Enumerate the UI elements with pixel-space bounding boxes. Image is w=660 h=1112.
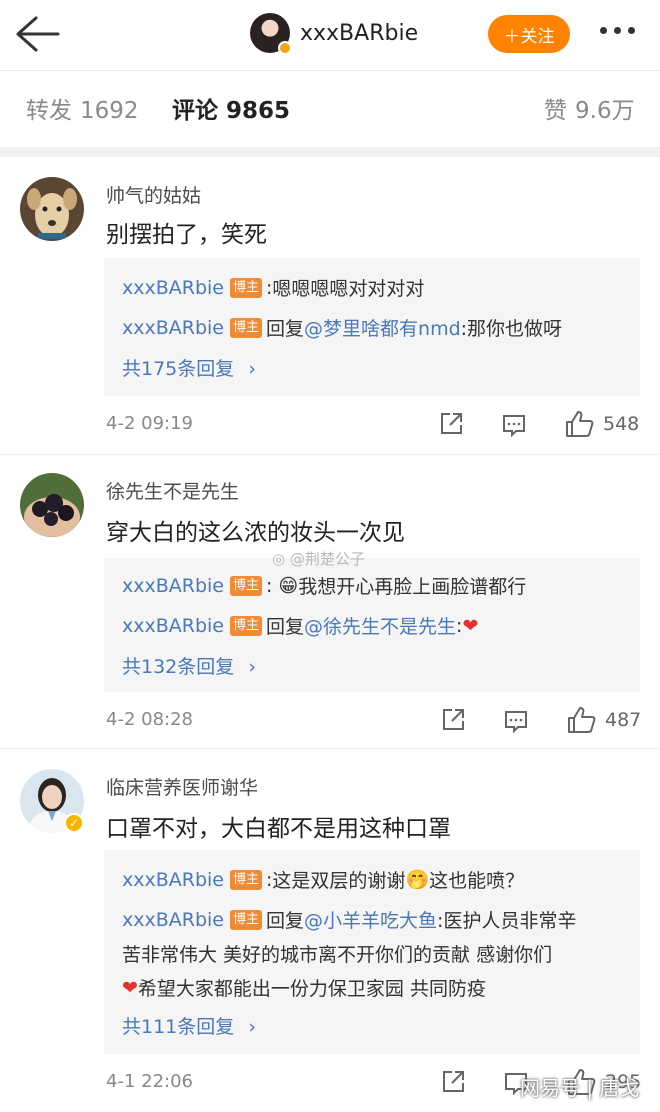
comment-icon[interactable] (501, 412, 527, 438)
reply-line: xxxBARbie 博主 : 这是双层的谢谢 🤭 这也能喷？ (122, 866, 524, 893)
username-title: xxxBARbie (300, 20, 419, 46)
comment-time: 4-1 22:06 (106, 1071, 193, 1092)
reply-author[interactable]: xxxBARbie (122, 869, 224, 891)
reply-prefix: 回复 (266, 910, 305, 932)
follow-button[interactable]: ＋关注 (488, 15, 570, 53)
chevron-right-icon: › (248, 1016, 256, 1038)
tab-likes-label: 赞 (544, 98, 567, 124)
tab-comments[interactable]: 评论 9865 (172, 91, 290, 125)
reply-text: 这是双层的谢谢 (272, 870, 406, 892)
reply-line: 苦非常伟大 美好的城市离不开你们的贡献 感谢你们 (122, 940, 552, 967)
comment-item: ✓ 临床营养医师谢华 口罩不对，大白都不是用这种口罩 xxxBARbie 博主 … (0, 749, 660, 1112)
reply-text: :医护人员非常辛 (437, 910, 577, 932)
reply-line: xxxBARbie 博主 : 嗯嗯嗯嗯对对对对 (122, 274, 424, 301)
verified-badge-icon: ✓ (64, 813, 84, 833)
reply-prefix: : (266, 574, 273, 597)
top-bar: xxxBARbie ＋关注 (0, 0, 660, 70)
comment-item: 帅气的姑姑 别摆拍了，笑死 xxxBARbie 博主 : 嗯嗯嗯嗯对对对对 xx… (0, 157, 660, 455)
mention-link[interactable]: @小羊羊吃大鱼 (304, 906, 437, 933)
author-tag: 博主 (230, 909, 263, 930)
reply-line: xxxBARbie 博主 : 😁 我想开心再脸上画脸谱都行 (122, 572, 526, 599)
watermark: ◎ @荆楚公子 (272, 548, 365, 569)
reply-line: xxxBARbie 博主 回复 @小羊羊吃大鱼 :医护人员非常辛 (122, 906, 576, 933)
tab-repost[interactable]: 转发 1692 (26, 91, 139, 125)
comment-item: 徐先生不是先生 穿大白的这么浓的妆头一次见 xxxBARbie 博主 : 😁 我… (0, 455, 660, 749)
reply-text: 我想开心再脸上画脸谱都行 (298, 576, 527, 598)
chevron-right-icon: › (248, 656, 256, 678)
heart-icon: ❤ (462, 614, 479, 637)
reply-line: xxxBARbie 博主 回复 @梦里啥都有nmd :那你也做呀 (122, 314, 562, 341)
comment-author[interactable]: 帅气的姑姑 (106, 181, 201, 208)
avatar[interactable] (250, 13, 292, 55)
comment-author[interactable]: 临床营养医师谢华 (106, 773, 258, 800)
reply-line: xxxBARbie 博主 回复 @徐先生不是先生 : ❤ (122, 612, 478, 639)
tab-repost-count: 1692 (80, 98, 139, 124)
tab-repost-label: 转发 (26, 98, 72, 124)
more-dots-icon[interactable] (600, 27, 635, 34)
reply-author[interactable]: xxxBARbie (122, 575, 224, 597)
reply-text-cont: 希望大家都能出一份力保卫家园 共同防疫 (137, 978, 486, 1000)
reply-text: 嗯嗯嗯嗯对对对对 (272, 278, 425, 300)
reply-text-cont: 苦非常伟大 美好的城市离不开你们的贡献 感谢你们 (122, 944, 553, 966)
view-replies-link[interactable]: 共132条回复 › (122, 652, 256, 679)
heart-icon: ❤ (122, 976, 138, 999)
share-icon[interactable] (438, 411, 464, 437)
reply-text: :那你也做呀 (460, 318, 563, 340)
reply-author[interactable]: xxxBARbie (122, 909, 224, 931)
tab-comments-count: 9865 (226, 98, 291, 124)
profile-title[interactable]: xxxBARbie (250, 12, 419, 55)
thumbs-up-icon[interactable] (564, 409, 594, 439)
avatar[interactable] (20, 177, 84, 241)
reply-author[interactable]: xxxBARbie (122, 615, 224, 637)
avatar[interactable] (20, 473, 84, 537)
comment-text: 别摆拍了，笑死 (106, 222, 267, 248)
mention-link[interactable]: @梦里啥都有nmd (304, 314, 461, 341)
corner-watermark: 网易号 | 唐戈 (520, 1076, 640, 1100)
section-gap (0, 147, 660, 157)
weibo-logo-icon: ◎ (272, 550, 286, 568)
like-count: 548 (603, 413, 640, 435)
reply-line: ❤ 希望大家都能出一份力保卫家园 共同防疫 (122, 974, 486, 1001)
author-tag: 博主 (230, 869, 263, 890)
tab-bar: 转发 1692 评论 9865 赞 9.6万 (0, 71, 660, 147)
covering-mouth-emoji-icon: 🤭 (405, 869, 430, 891)
reply-prefix: 回复 (266, 616, 305, 638)
back-arrow-icon[interactable] (14, 14, 60, 54)
comment-text: 口罩不对，大白都不是用这种口罩 (106, 816, 451, 842)
share-icon[interactable] (440, 707, 466, 733)
comment-author[interactable]: 徐先生不是先生 (106, 477, 239, 504)
tab-likes-count: 9.6万 (575, 98, 635, 124)
comment-icon[interactable] (503, 708, 529, 734)
watermark-text: @荆楚公子 (289, 550, 365, 568)
view-replies-label: 共132条回复 (122, 656, 235, 678)
reply-text-cont: 这也能喷？ (429, 870, 525, 892)
reply-box[interactable]: xxxBARbie 博主 : 这是双层的谢谢 🤭 这也能喷？ xxxBARbie… (104, 850, 640, 1054)
author-tag: 博主 (230, 575, 263, 596)
thumbs-up-icon[interactable] (566, 705, 596, 735)
reply-author[interactable]: xxxBARbie (122, 277, 224, 299)
view-replies-label: 共175条回复 (122, 358, 235, 380)
tab-comments-label: 评论 (172, 98, 218, 124)
grin-emoji-icon: 😁 (278, 574, 299, 597)
tab-likes[interactable]: 赞 9.6万 (544, 91, 635, 125)
reply-prefix: 回复 (266, 318, 305, 340)
author-tag: 博主 (230, 317, 263, 338)
mention-link[interactable]: @徐先生不是先生 (304, 612, 456, 639)
comment-time: 4-2 09:19 (106, 413, 193, 434)
author-tag: 博主 (230, 277, 263, 298)
share-icon[interactable] (440, 1069, 466, 1095)
view-replies-link[interactable]: 共175条回复 › (122, 354, 256, 381)
verified-badge-icon (278, 41, 292, 55)
chevron-right-icon: › (248, 358, 256, 380)
reply-box[interactable]: xxxBARbie 博主 : 😁 我想开心再脸上画脸谱都行 xxxBARbie … (104, 558, 640, 692)
comment-text: 穿大白的这么浓的妆头一次见 (106, 520, 405, 546)
reply-box[interactable]: xxxBARbie 博主 : 嗯嗯嗯嗯对对对对 xxxBARbie 博主 回复 … (104, 258, 640, 396)
avatar[interactable]: ✓ (20, 769, 84, 833)
view-replies-link[interactable]: 共111条回复 › (122, 1012, 256, 1039)
like-count: 487 (605, 709, 642, 731)
author-tag: 博主 (230, 615, 263, 636)
reply-author[interactable]: xxxBARbie (122, 317, 224, 339)
comment-time: 4-2 08:28 (106, 709, 193, 730)
view-replies-label: 共111条回复 (122, 1016, 235, 1038)
